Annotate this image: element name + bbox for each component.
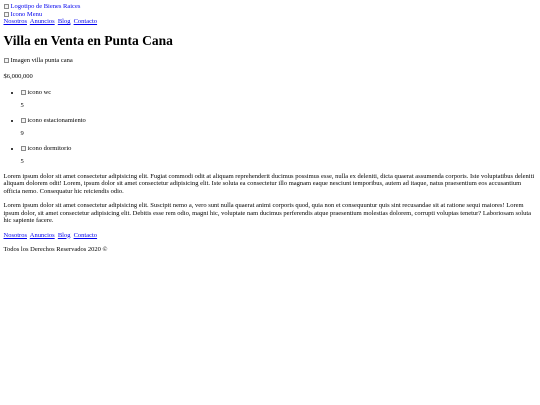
nav-link-anuncios[interactable]: Anuncios [30, 18, 55, 25]
main-nav: Nosotros Anuncios Blog Contacto [4, 18, 537, 26]
description-paragraph: Lorem ipsum dolor sit amet consectetur a… [3, 202, 532, 224]
nav-link-nosotros[interactable]: Nosotros [4, 18, 27, 25]
features-list: icono wc 5 icono estacionamiento 9 icono… [4, 89, 537, 166]
feature-count-wc: 5 [20, 102, 24, 109]
bedroom-icon: icono dormitorio [20, 145, 71, 153]
villa-image: Imagen villa punta cana [3, 57, 73, 65]
feature-count-parking: 9 [20, 130, 24, 137]
nav-link-blog[interactable]: Blog [58, 18, 71, 25]
feature-item-bedroom: icono dormitorio 5 [20, 145, 537, 166]
footer-link-contacto[interactable]: Contacto [74, 232, 97, 239]
wc-icon: icono wc [20, 89, 51, 97]
feature-count-bedroom: 5 [20, 158, 24, 165]
listing-image: Imagen villa punta cana [3, 57, 537, 65]
page: Logotipo de Bienes Raices Icono Menu Nos… [0, 0, 540, 254]
nav-link-contacto[interactable]: Contacto [74, 18, 97, 25]
page-title: Villa en Venta en Punta Cana [3, 32, 173, 48]
description-paragraph: Lorem ipsum dolor sit amet consectetur a… [3, 172, 535, 195]
footer-link-blog[interactable]: Blog [58, 232, 71, 239]
feature-item-parking: icono estacionamiento 9 [20, 117, 537, 138]
footer-link-anuncios[interactable]: Anuncios [30, 232, 55, 239]
footer-nav: Nosotros Anuncios Blog Contacto [4, 232, 537, 240]
copyright-text: Todos los Derechos Reservados 2020 © [3, 246, 108, 253]
logo-link[interactable]: Logotipo de Bienes Raices [3, 3, 537, 11]
footer-link-nosotros[interactable]: Nosotros [4, 232, 27, 239]
listing-price: $6,000,000 [3, 73, 33, 80]
logo-image: Logotipo de Bienes Raices [3, 3, 80, 11]
site-header: Logotipo de Bienes Raices Icono Menu Nos… [3, 3, 537, 26]
listing: Villa en Venta en Punta Cana Imagen vill… [3, 32, 537, 225]
menu-icon: Icono Menu [3, 11, 42, 19]
listing-description: Lorem ipsum dolor sit amet consectetur a… [4, 173, 537, 225]
feature-item-wc: icono wc 5 [20, 89, 537, 110]
parking-icon: icono estacionamiento [20, 117, 86, 125]
menu-toggle[interactable]: Icono Menu [3, 11, 537, 19]
site-footer: Nosotros Anuncios Blog Contacto Todos lo… [4, 232, 537, 254]
